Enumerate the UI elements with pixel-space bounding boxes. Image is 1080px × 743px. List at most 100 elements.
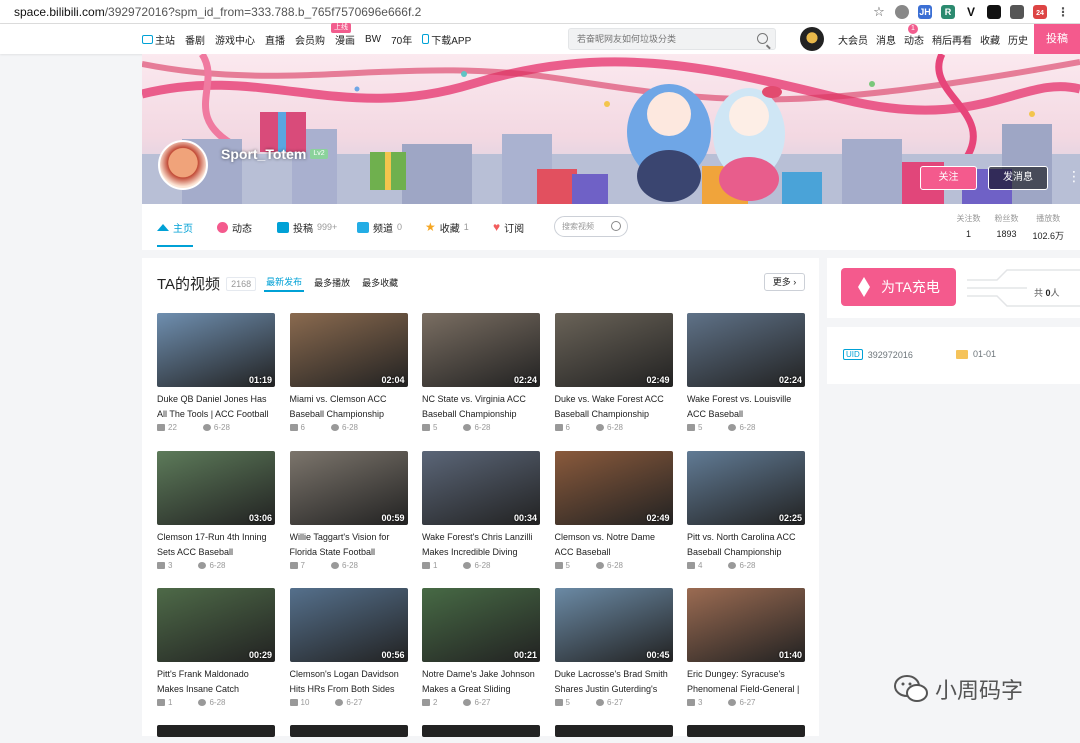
nav-manga[interactable]: 上线 漫画 bbox=[331, 22, 355, 47]
gmail-icon[interactable]: 24 bbox=[1033, 4, 1047, 19]
top-search-input[interactable] bbox=[569, 29, 749, 49]
tab-channels[interactable]: 频道 0 bbox=[357, 204, 402, 250]
video-title[interactable]: Clemson 17-Run 4th Inning Sets ACC Baseb… bbox=[157, 530, 277, 560]
video-title[interactable]: NC State vs. Virginia ACC Baseball Champ… bbox=[422, 392, 542, 422]
ghost-extension-icon[interactable] bbox=[987, 4, 1001, 19]
video-card[interactable]: 02:04 Miami vs. Clemson ACC Baseball Cham… bbox=[289, 313, 410, 448]
video-card[interactable]: 01:19 Duke QB Daniel Jones Has All The To… bbox=[157, 313, 277, 448]
user-avatar[interactable] bbox=[800, 27, 824, 51]
video-thumbnail[interactable]: 02:25 bbox=[687, 450, 805, 525]
video-thumbnail[interactable]: 00:29 bbox=[157, 588, 275, 662]
video-card[interactable]: 02:49 Clemson vs. Notre Dame ACC Baseball… bbox=[554, 450, 675, 586]
upload-button[interactable]: 投稿 bbox=[1034, 24, 1080, 54]
jh-extension-icon[interactable]: JH bbox=[918, 4, 932, 19]
video-thumbnail[interactable] bbox=[157, 725, 275, 737]
video-thumbnail[interactable] bbox=[422, 725, 540, 737]
video-title[interactable]: Willie Taggart's Vision for Florida Stat… bbox=[290, 530, 410, 560]
nav-watch-later[interactable]: 稍后再看 bbox=[932, 32, 972, 47]
video-card[interactable]: 02:49 Duke vs. Wake Forest ACC Baseball C… bbox=[554, 313, 675, 448]
nav-main-site[interactable]: 主站 bbox=[142, 32, 175, 47]
video-card[interactable]: 00:34 Wake Forest's Chris Lanzilli Makes … bbox=[422, 450, 542, 586]
search-icon[interactable] bbox=[757, 33, 768, 44]
v-extension-icon[interactable]: V bbox=[964, 4, 978, 19]
nav-live[interactable]: 直播 bbox=[265, 32, 285, 47]
video-title[interactable]: Wake Forest's Chris Lanzilli Makes Incre… bbox=[422, 530, 542, 560]
sort-newest[interactable]: 最新发布 bbox=[264, 275, 305, 292]
video-card[interactable] bbox=[157, 725, 277, 737]
nav-dynamic[interactable]: 1 动态 bbox=[904, 23, 924, 47]
video-card[interactable] bbox=[687, 725, 807, 737]
video-search-input[interactable]: 搜索视频 bbox=[554, 216, 628, 237]
video-thumbnail[interactable] bbox=[687, 725, 805, 737]
video-thumbnail[interactable]: 02:49 bbox=[554, 313, 673, 387]
tab-home[interactable]: 主页 bbox=[157, 204, 193, 250]
video-title[interactable]: Miami vs. Clemson ACC Baseball Champions… bbox=[290, 392, 410, 422]
video-card[interactable]: 02:24 Wake Forest vs. Louisville ACC Base… bbox=[687, 313, 807, 448]
video-card[interactable]: 00:29 Pitt's Frank Maldonado Makes Insane… bbox=[157, 588, 277, 723]
video-thumbnail[interactable]: 00:45 bbox=[554, 588, 673, 662]
video-thumbnail[interactable] bbox=[554, 725, 673, 737]
video-card[interactable]: 00:45 Duke Lacrosse's Brad Smith Shares J… bbox=[554, 588, 675, 723]
send-message-button[interactable]: 发消息 bbox=[988, 166, 1048, 190]
charge-button[interactable]: 为TA充电 bbox=[841, 268, 956, 306]
profile-avatar[interactable] bbox=[158, 140, 208, 190]
video-thumbnail[interactable]: 01:40 bbox=[687, 588, 805, 662]
video-thumbnail[interactable]: 02:24 bbox=[422, 313, 540, 387]
stat-following[interactable]: 关注数 1 bbox=[956, 213, 980, 242]
sort-most-played[interactable]: 最多播放 bbox=[312, 276, 352, 291]
video-card[interactable]: 02:24 NC State vs. Virginia ACC Baseball … bbox=[422, 313, 542, 448]
video-card[interactable] bbox=[289, 725, 410, 737]
url-field[interactable]: space.bilibili.com/392972016?spm_id_from… bbox=[0, 5, 872, 19]
video-title[interactable]: Wake Forest vs. Louisville ACC Baseball bbox=[687, 392, 807, 422]
video-thumbnail[interactable]: 00:59 bbox=[289, 450, 408, 525]
video-thumbnail[interactable]: 00:56 bbox=[289, 588, 408, 662]
tab-dynamic[interactable]: 动态 bbox=[217, 204, 252, 250]
video-thumbnail[interactable]: 02:24 bbox=[687, 313, 805, 387]
video-thumbnail[interactable]: 01:19 bbox=[157, 313, 275, 387]
tab-subscriptions[interactable]: ♥ 订阅 bbox=[493, 204, 524, 250]
globe-icon[interactable] bbox=[895, 4, 909, 19]
nav-shop[interactable]: 会员购 bbox=[295, 32, 325, 47]
video-thumbnail[interactable]: 02:04 bbox=[289, 313, 408, 387]
nav-messages[interactable]: 消息 bbox=[876, 32, 896, 47]
video-thumbnail[interactable] bbox=[289, 725, 408, 737]
nav-favorites[interactable]: 收藏 bbox=[980, 32, 1000, 47]
video-thumbnail[interactable]: 02:49 bbox=[554, 450, 673, 525]
nav-download-app[interactable]: 下载APP bbox=[422, 32, 471, 47]
video-title[interactable]: Duke vs. Wake Forest ACC Baseball Champi… bbox=[555, 392, 675, 422]
video-card[interactable]: 02:25 Pitt vs. North Carolina ACC Basebal… bbox=[687, 450, 807, 586]
video-card[interactable]: 00:21 Notre Dame's Jake Johnson Makes a G… bbox=[422, 588, 542, 723]
r-extension-icon[interactable]: R bbox=[941, 4, 955, 19]
search-icon[interactable] bbox=[611, 221, 621, 231]
nav-vip[interactable]: 大会员 bbox=[838, 32, 868, 47]
nav-anime[interactable]: 番剧 bbox=[185, 32, 205, 47]
video-card[interactable] bbox=[422, 725, 542, 737]
tab-favorites[interactable]: ★ 收藏 1 bbox=[425, 204, 469, 250]
nav-bw[interactable]: BW bbox=[365, 34, 381, 45]
puzzle-extension-icon[interactable] bbox=[1010, 4, 1024, 19]
video-thumbnail[interactable]: 03:06 bbox=[157, 450, 275, 525]
star-icon[interactable]: ☆ bbox=[872, 4, 886, 19]
nav-70-years[interactable]: 70年 bbox=[391, 32, 412, 47]
video-card[interactable] bbox=[554, 725, 675, 737]
video-card[interactable]: 00:56 Clemson's Logan Davidson Hits HRs F… bbox=[289, 588, 410, 723]
video-title[interactable]: Notre Dame's Jake Johnson Makes a Great … bbox=[422, 667, 542, 697]
more-options-icon[interactable]: ⋮ bbox=[1067, 168, 1080, 185]
sort-most-favorited[interactable]: 最多收藏 bbox=[360, 276, 400, 291]
video-title[interactable]: Duke QB Daniel Jones Has All The Tools |… bbox=[157, 392, 277, 422]
video-thumbnail[interactable]: 00:21 bbox=[422, 588, 540, 662]
follow-button[interactable]: 关注 bbox=[920, 166, 977, 190]
nav-game-center[interactable]: 游戏中心 bbox=[215, 32, 255, 47]
video-thumbnail[interactable]: 00:34 bbox=[422, 450, 540, 525]
menu-dots-icon[interactable]: ⋮ bbox=[1056, 5, 1070, 19]
video-card[interactable]: 03:06 Clemson 17-Run 4th Inning Sets ACC … bbox=[157, 450, 277, 586]
video-card[interactable]: 00:59 Willie Taggart's Vision for Florida… bbox=[289, 450, 410, 586]
video-title[interactable]: Eric Dungey: Syracuse's Phenomenal Field… bbox=[687, 667, 807, 697]
video-title[interactable]: Pitt vs. North Carolina ACC Baseball Cha… bbox=[687, 530, 807, 560]
video-title[interactable]: Pitt's Frank Maldonado Makes Insane Catc… bbox=[157, 667, 277, 697]
video-title[interactable]: Clemson's Logan Davidson Hits HRs From B… bbox=[290, 667, 410, 697]
stat-followers[interactable]: 粉丝数 1893 bbox=[994, 213, 1018, 242]
tab-uploads[interactable]: 投稿 999+ bbox=[277, 204, 337, 250]
video-title[interactable]: Clemson vs. Notre Dame ACC Baseball bbox=[555, 530, 675, 560]
nav-history[interactable]: 历史 bbox=[1008, 32, 1028, 47]
